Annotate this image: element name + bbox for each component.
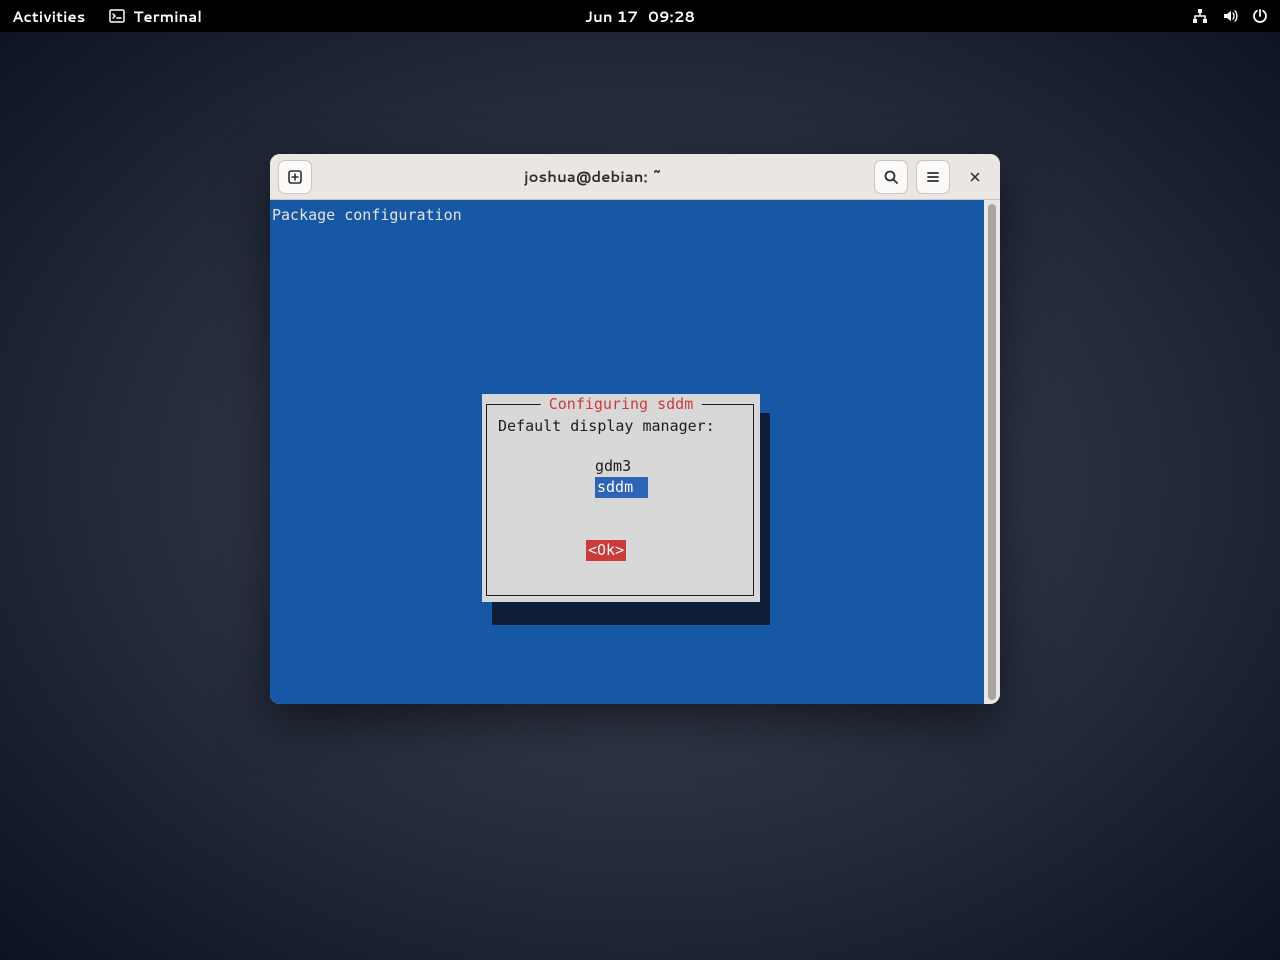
package-config-header: Package configuration <box>272 205 462 226</box>
terminal-scrollbar[interactable] <box>988 204 996 700</box>
clock-time: 09:28 <box>648 6 695 27</box>
activities-button[interactable]: Activities <box>12 6 85 27</box>
terminal-icon <box>109 8 125 24</box>
window-titlebar: joshua@debian: ~ <box>270 154 1000 200</box>
active-app-indicator[interactable]: Terminal <box>109 6 202 27</box>
new-tab-button[interactable] <box>278 160 312 194</box>
dialog-title: Configuring sddm <box>541 394 702 415</box>
system-status-area[interactable] <box>1192 8 1268 24</box>
power-icon <box>1252 8 1268 24</box>
volume-icon <box>1222 8 1238 24</box>
option-sddm[interactable]: sddm <box>595 477 648 498</box>
search-button[interactable] <box>874 160 908 194</box>
ok-button[interactable]: <Ok> <box>586 540 626 561</box>
option-gdm3[interactable]: gdm3 <box>595 456 631 477</box>
terminal-window: joshua@debian: ~ Package configuration C… <box>270 154 1000 704</box>
close-button[interactable] <box>958 160 992 194</box>
gnome-top-bar: Activities Terminal Jun 17 09:28 <box>0 0 1280 32</box>
active-app-name: Terminal <box>133 6 202 27</box>
dialog-prompt: Default display manager: <box>498 416 715 437</box>
terminal-body: Package configuration Configuring sddm D… <box>270 200 1000 704</box>
debconf-dialog: Configuring sddm Default display manager… <box>482 394 760 602</box>
hamburger-menu-button[interactable] <box>916 160 950 194</box>
window-title: joshua@debian: ~ <box>320 166 866 187</box>
clock[interactable]: Jun 17 09:28 <box>585 6 695 27</box>
terminal-content[interactable]: Package configuration Configuring sddm D… <box>270 200 984 704</box>
clock-date: Jun 17 <box>585 6 638 27</box>
network-icon <box>1192 8 1208 24</box>
